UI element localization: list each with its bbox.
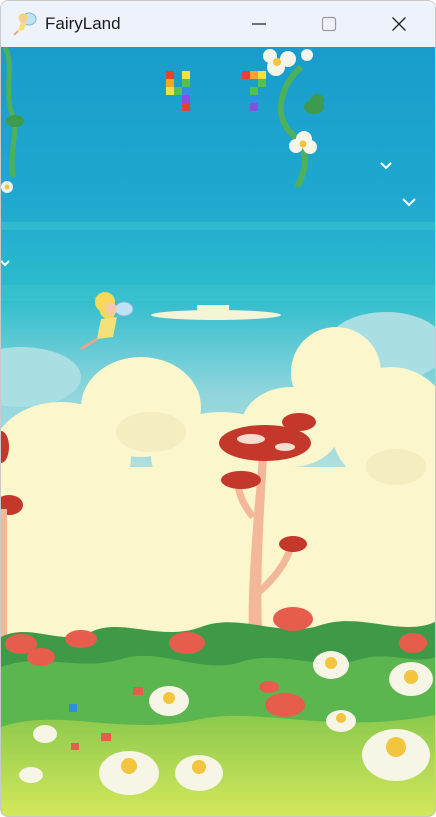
score-digit: 7 — [236, 71, 276, 111]
score-pixel — [182, 95, 190, 103]
score-pixel — [166, 79, 174, 87]
maximize-button[interactable] — [297, 1, 361, 47]
score-pixel — [182, 71, 190, 79]
score-pixel — [182, 103, 190, 111]
score-pixel — [166, 71, 174, 79]
score-digit-glyph: 7 — [242, 71, 266, 111]
title-bar[interactable]: FairyLand — [1, 1, 435, 47]
maximize-icon — [321, 16, 337, 32]
close-button[interactable] — [367, 1, 431, 47]
score-pixel — [242, 71, 250, 79]
game-window: FairyLand — [0, 0, 436, 817]
score-pixel — [182, 79, 190, 87]
flower-meadow — [1, 607, 435, 816]
minimize-button[interactable] — [227, 1, 291, 47]
score-pixel — [258, 71, 266, 79]
score-digit: 4 — [160, 71, 200, 111]
score-pixel — [250, 103, 258, 111]
score-pixel — [182, 87, 190, 95]
close-icon — [392, 17, 406, 31]
minimize-icon — [252, 23, 266, 25]
window-title: FairyLand — [45, 14, 121, 33]
score-pixel — [166, 87, 174, 95]
score-pixel — [250, 71, 258, 79]
score-pixel — [250, 95, 258, 103]
score-pixel — [250, 87, 258, 95]
score-pixel — [258, 79, 266, 87]
score-display: 47 — [1, 71, 435, 111]
score-digit-glyph: 4 — [166, 71, 190, 111]
game-scene — [1, 47, 435, 816]
fairy-icon — [12, 10, 40, 38]
score-pixel — [174, 87, 182, 95]
game-canvas[interactable]: 47 — [1, 47, 435, 816]
